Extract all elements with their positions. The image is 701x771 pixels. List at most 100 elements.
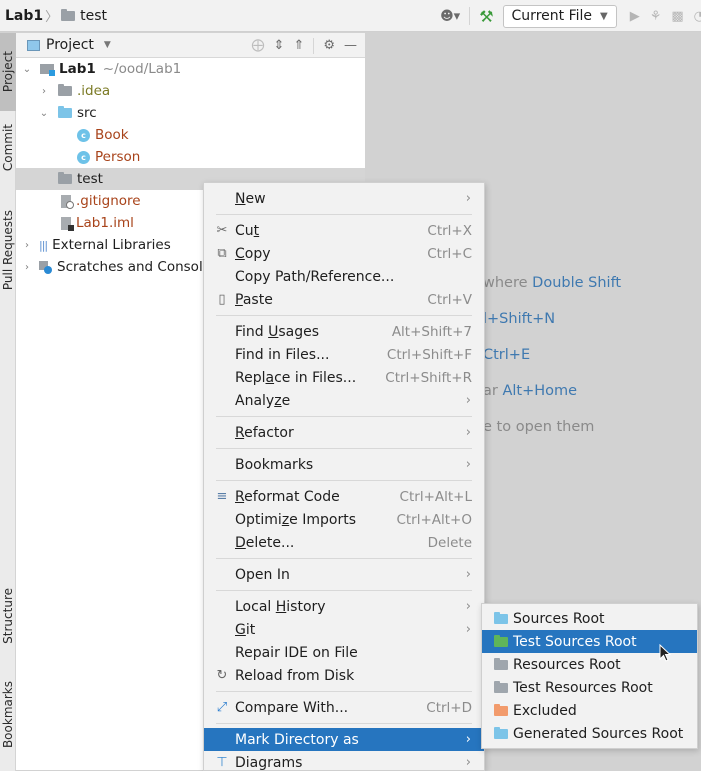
menu-item-refactor[interactable]: Refactor › — [204, 421, 484, 444]
scissors-icon: ✂ — [216, 223, 228, 238]
stripe-bookmarks-button[interactable]: Bookmarks — [0, 669, 16, 761]
stripe-commit-label: Commit — [1, 124, 15, 172]
tree-row-book[interactable]: c Book — [16, 124, 365, 146]
menu-item-label: Compare With... — [235, 699, 349, 716]
run-configuration-dropdown[interactable]: Current File ▼ — [502, 4, 617, 28]
menu-item-reload-from-disk[interactable]: ↻ Reload from Disk — [204, 664, 484, 687]
menu-item-label: Cut — [235, 222, 260, 239]
toolbar-divider — [469, 7, 471, 25]
tools-divider — [313, 37, 315, 54]
menu-item-label: Diagrams — [235, 754, 303, 771]
menu-item-mark-directory-as[interactable]: Mark Directory as › — [204, 728, 484, 751]
tree-row-person[interactable]: c Person — [16, 146, 365, 168]
locate-icon[interactable]: ⨁ — [252, 38, 265, 53]
menu-item-replace-in-files[interactable]: Replace in Files... Ctrl+Shift+R — [204, 366, 484, 389]
expand-all-icon[interactable]: ⇕ — [274, 38, 285, 53]
context-menu: New › ✂ Cut Ctrl+X ⧉ Copy Ctrl+C Copy Pa… — [203, 182, 485, 771]
menu-item-label: Reload from Disk — [235, 667, 355, 684]
diagram-icon: ⊤ — [216, 755, 228, 770]
chevron-right-icon: › — [465, 567, 471, 582]
chevron-right-icon: › — [465, 732, 471, 747]
menu-item-label: New — [235, 190, 266, 207]
excluded-folder-icon — [494, 704, 508, 716]
minimize-icon[interactable]: — — [344, 38, 357, 53]
menu-separator — [216, 691, 472, 692]
submenu-item-excluded[interactable]: Excluded — [482, 699, 697, 722]
chevron-down-icon[interactable]: ▼ — [104, 40, 111, 50]
menu-item-reformat-code[interactable]: ≡ Reformat Code Ctrl+Alt+L — [204, 485, 484, 508]
chevron-right-icon: › — [465, 191, 471, 206]
submenu-item-label: Test Resources Root — [513, 679, 653, 696]
menu-item-label: Bookmarks — [235, 456, 314, 473]
menu-item-copy-path[interactable]: Copy Path/Reference... — [204, 265, 484, 288]
clipboard-icon: ▯ — [218, 292, 226, 307]
chevron-right-icon[interactable]: › — [21, 262, 33, 273]
menu-item-label: Open In — [235, 566, 290, 583]
breadcrumb-current[interactable]: test — [80, 8, 107, 24]
debug-icon[interactable]: ⚘ — [650, 9, 662, 24]
reformat-icon: ≡ — [216, 489, 228, 504]
menu-item-label: Find Usages — [235, 323, 320, 340]
menu-item-local-history[interactable]: Local History › — [204, 595, 484, 618]
menu-item-paste[interactable]: ▯ Paste Ctrl+V — [204, 288, 484, 311]
menu-item-find-usages[interactable]: Find Usages Alt+Shift+7 — [204, 320, 484, 343]
menu-item-delete[interactable]: Delete... Delete — [204, 531, 484, 554]
stripe-structure-button[interactable]: Structure — [0, 578, 16, 654]
menu-item-cut[interactable]: ✂ Cut Ctrl+X — [204, 219, 484, 242]
menu-item-git[interactable]: Git › — [204, 618, 484, 641]
menu-item-label: Find in Files... — [235, 346, 330, 363]
tree-row-src[interactable]: ⌄ src — [16, 102, 365, 124]
menu-item-bookmarks[interactable]: Bookmarks › — [204, 453, 484, 476]
tree-row-idea[interactable]: › .idea — [16, 80, 365, 102]
menu-item-new[interactable]: New › — [204, 187, 484, 210]
menu-item-label: Analyze — [235, 392, 291, 409]
stripe-commit-button[interactable]: Commit — [0, 117, 16, 179]
menu-item-find-in-files[interactable]: Find in Files... Ctrl+Shift+F — [204, 343, 484, 366]
ignore-file-icon — [61, 194, 74, 209]
menu-separator — [216, 214, 472, 215]
build-hammer-icon[interactable]: ⚒ — [479, 7, 493, 26]
menu-item-label: Reformat Code — [235, 488, 340, 505]
stripe-structure-label: Structure — [1, 588, 15, 644]
menu-item-compare-with[interactable]: ⤢ Compare With... Ctrl+D — [204, 696, 484, 719]
project-panel-title[interactable]: Project — [46, 37, 94, 53]
profiler-icon[interactable]: ◔ — [694, 9, 701, 24]
stripe-pull-requests-button[interactable]: Pull Requests — [0, 201, 16, 299]
submenu-item-test-resources-root[interactable]: Test Resources Root — [482, 676, 697, 699]
chevron-down-icon: ▼ — [600, 10, 608, 22]
submenu-item-generated-sources-root[interactable]: Generated Sources Root — [482, 722, 697, 745]
chevron-right-icon[interactable]: › — [21, 240, 33, 251]
menu-item-shortcut: Delete — [427, 534, 472, 551]
project-view-icon — [27, 39, 40, 51]
menu-item-diagrams[interactable]: ⊤ Diagrams › — [204, 751, 484, 771]
menu-item-copy[interactable]: ⧉ Copy Ctrl+C — [204, 242, 484, 265]
menu-item-repair-ide[interactable]: Repair IDE on File — [204, 641, 484, 664]
folder-icon — [61, 8, 76, 21]
chevron-down-icon[interactable]: ⌄ — [21, 64, 33, 75]
submenu-item-label: Sources Root — [513, 610, 605, 627]
tree-label: Lab1 — [59, 61, 96, 77]
chevron-down-icon[interactable]: ⌄ — [38, 108, 50, 119]
menu-item-label: Optimize Imports — [235, 511, 356, 528]
menu-item-analyze[interactable]: Analyze › — [204, 389, 484, 412]
run-icon[interactable]: ▶ — [630, 9, 640, 24]
tree-row-lab1[interactable]: ⌄ Lab1 ~/ood/Lab1 — [16, 58, 365, 80]
gear-icon[interactable]: ⚙ — [323, 38, 335, 53]
stripe-project-button[interactable]: Project — [0, 33, 16, 111]
menu-item-label: Copy — [235, 245, 271, 262]
collapse-all-icon[interactable]: ⇑ — [293, 38, 304, 53]
tree-label: Scratches and Consoles — [57, 259, 219, 275]
submenu-item-sources-root[interactable]: Sources Root — [482, 607, 697, 630]
menu-item-label: Delete... — [235, 534, 295, 551]
chevron-right-icon[interactable]: › — [38, 86, 50, 97]
menu-item-optimize-imports[interactable]: Optimize Imports Ctrl+Alt+O — [204, 508, 484, 531]
run-configuration-label: Current File — [511, 8, 592, 24]
coverage-icon[interactable]: ▩ — [671, 9, 683, 24]
class-icon: c — [77, 150, 90, 164]
editor-hint-go-to-file: l+Shift+N — [483, 311, 556, 327]
menu-item-open-in[interactable]: Open In › — [204, 563, 484, 586]
tree-label: External Libraries — [52, 237, 171, 253]
breadcrumb-root[interactable]: Lab1 — [5, 8, 43, 24]
user-icon[interactable]: ☻▾ — [440, 9, 460, 24]
test-resources-root-folder-icon — [494, 681, 508, 693]
